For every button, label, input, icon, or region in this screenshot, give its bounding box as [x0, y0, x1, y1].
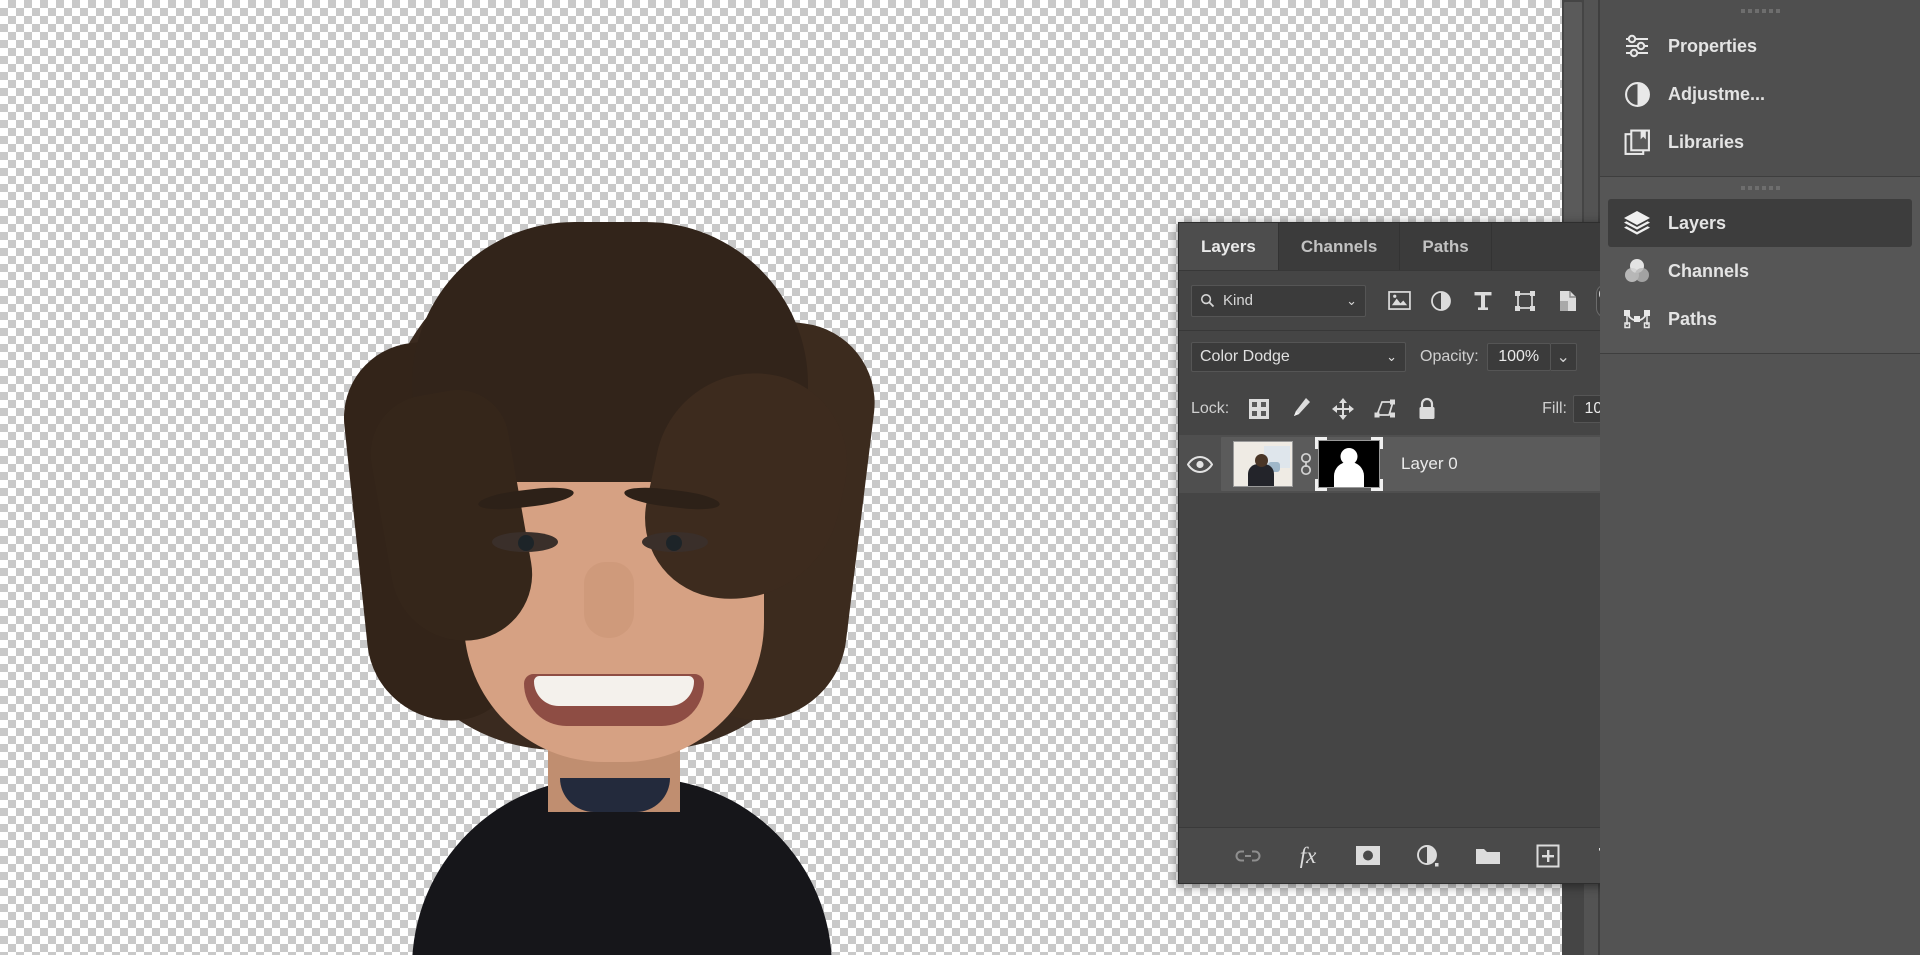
lock-label: Lock:: [1191, 400, 1229, 418]
layers-stack-icon: [1622, 208, 1652, 238]
sidebar-item-label: Paths: [1668, 309, 1717, 330]
dock-group-layers: Layers Channels: [1600, 177, 1920, 354]
layer-mask-thumbnail[interactable]: [1319, 441, 1379, 487]
teeth: [534, 676, 694, 706]
photoshop-window: Layers Channels Paths » Kind ⌄: [0, 0, 1920, 955]
blend-mode-value: Color Dodge: [1200, 348, 1290, 366]
new-layer-button[interactable]: [1531, 839, 1565, 873]
opacity-label: Opacity:: [1420, 348, 1479, 366]
lock-image-pixels-icon[interactable]: [1281, 392, 1321, 426]
nose: [584, 562, 634, 638]
channels-icon: [1622, 256, 1652, 286]
mask-selection-corner: [1315, 479, 1327, 491]
mask-selection-corner: [1315, 437, 1327, 449]
tab-paths-label: Paths: [1422, 237, 1468, 257]
mask-selection-corner: [1371, 479, 1383, 491]
opacity-input[interactable]: 100%: [1487, 343, 1551, 371]
sidebar-item-paths[interactable]: Paths: [1608, 295, 1912, 343]
lock-position-icon[interactable]: [1323, 392, 1363, 426]
sidebar-item-channels[interactable]: Channels: [1608, 247, 1912, 295]
sidebar-item-layers[interactable]: Layers: [1608, 199, 1912, 247]
filter-kind-select[interactable]: Kind ⌄: [1191, 285, 1366, 317]
type-layer-filter-icon[interactable]: [1462, 284, 1504, 318]
right-panel-dock: Properties Adjustme...: [1600, 0, 1920, 955]
tab-paths[interactable]: Paths: [1400, 223, 1491, 270]
fill-label: Fill:: [1542, 400, 1567, 418]
iris-right: [666, 535, 682, 551]
filter-kind-label: Kind: [1223, 292, 1253, 309]
lock-artboard-nesting-icon[interactable]: [1365, 392, 1405, 426]
link-layers-button[interactable]: [1231, 839, 1265, 873]
sidebar-item-properties[interactable]: Properties: [1608, 22, 1912, 70]
portrait-cutout-image: [352, 222, 852, 955]
layer-style-fx-button[interactable]: fx: [1291, 839, 1325, 873]
dock-group-grip[interactable]: [1600, 0, 1920, 22]
sidebar-item-label: Libraries: [1668, 132, 1744, 153]
filter-type-icons: [1378, 284, 1616, 318]
dock-group-properties: Properties Adjustme...: [1600, 0, 1920, 177]
tab-channels[interactable]: Channels: [1279, 223, 1401, 270]
libraries-icon: [1622, 127, 1652, 157]
sidebar-item-label: Adjustme...: [1668, 84, 1765, 105]
mask-link-icon[interactable]: [1293, 452, 1319, 476]
pixel-layer-filter-icon[interactable]: [1378, 284, 1420, 318]
chevron-down-icon: ⌄: [1386, 349, 1397, 365]
tab-channels-label: Channels: [1301, 237, 1378, 257]
blend-mode-select[interactable]: Color Dodge ⌄: [1191, 342, 1406, 372]
add-layer-mask-button[interactable]: [1351, 839, 1385, 873]
sidebar-item-label: Layers: [1668, 213, 1726, 234]
layer-name-label[interactable]: Layer 0: [1401, 454, 1458, 474]
smart-object-filter-icon[interactable]: [1546, 284, 1588, 318]
mask-selection-corner: [1371, 437, 1383, 449]
mask-silhouette-body: [1334, 462, 1364, 487]
new-adjustment-layer-button[interactable]: [1411, 839, 1445, 873]
smiling-mouth: [524, 674, 704, 726]
sliders-icon: [1622, 31, 1652, 61]
iris-left: [518, 535, 534, 551]
lock-all-icon[interactable]: [1407, 392, 1447, 426]
sidebar-item-label: Properties: [1668, 36, 1757, 57]
tab-layers[interactable]: Layers: [1179, 223, 1279, 270]
search-icon: [1200, 293, 1215, 308]
new-group-button[interactable]: [1471, 839, 1505, 873]
layer-visibility-toggle[interactable]: [1179, 456, 1221, 473]
adjustments-icon: [1622, 79, 1652, 109]
chevron-down-icon[interactable]: ⌄: [1346, 293, 1357, 309]
dock-group-grip[interactable]: [1600, 177, 1920, 199]
eye-icon: [1187, 456, 1213, 473]
tab-layers-label: Layers: [1201, 237, 1256, 257]
sidebar-item-libraries[interactable]: Libraries: [1608, 118, 1912, 166]
shape-layer-filter-icon[interactable]: [1504, 284, 1546, 318]
lock-transparent-pixels-icon[interactable]: [1239, 392, 1279, 426]
layer-thumbnail[interactable]: [1233, 441, 1293, 487]
sweater-neckline: [560, 778, 670, 812]
opacity-chevron-down-icon[interactable]: ⌄: [1551, 343, 1577, 371]
sidebar-item-label: Channels: [1668, 261, 1749, 282]
adjustment-layer-filter-icon[interactable]: [1420, 284, 1462, 318]
paths-icon: [1622, 304, 1652, 334]
sidebar-item-adjustments[interactable]: Adjustme...: [1608, 70, 1912, 118]
